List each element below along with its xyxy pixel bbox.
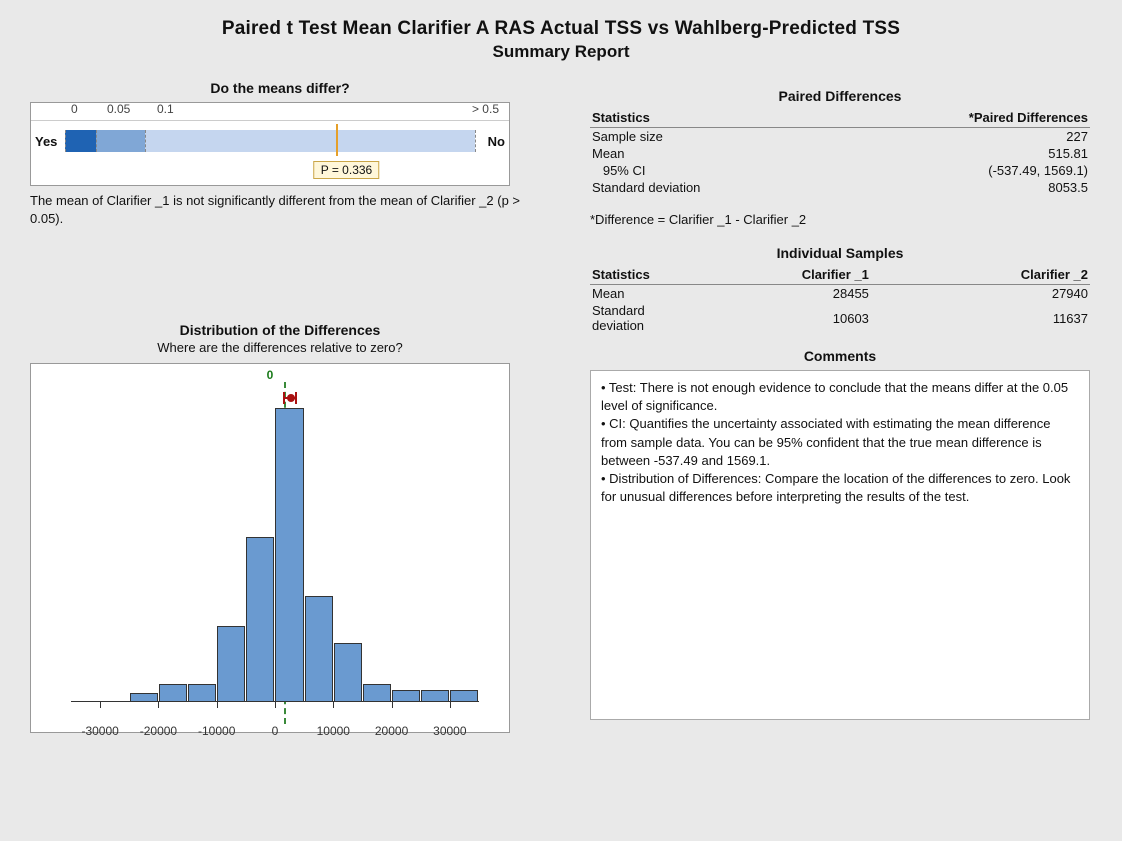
histogram: 0 -30000-20000-100000100002000030000	[30, 363, 510, 733]
paired-table: Statistics *Paired Differences Sample si…	[590, 108, 1090, 196]
zero-label: 0	[267, 368, 274, 382]
x-tick: -10000	[198, 724, 235, 738]
indiv-heading: Individual Samples	[590, 245, 1090, 261]
means-caption: The mean of Clarifier _1 is not signific…	[30, 192, 520, 227]
x-tick: 10000	[317, 724, 350, 738]
ci-marker-icon	[283, 392, 297, 404]
p-value-gauge: 0 0.05 0.1 > 0.5 Yes	[30, 102, 510, 186]
table-row: Mean515.81	[590, 145, 1090, 162]
label-no: No	[477, 134, 505, 149]
indiv-col3: Clarifier _2	[871, 265, 1090, 285]
summary-report: Paired t Test Mean Clarifier A RAS Actua…	[0, 0, 1122, 841]
comments-box: • Test: There is not enough evidence to …	[590, 370, 1090, 720]
p-value-label: P = 0.336	[314, 161, 380, 179]
hist-bar	[159, 684, 187, 702]
comment-3: • Distribution of Differences: Compare t…	[601, 470, 1079, 506]
hist-bar	[246, 537, 274, 702]
dist-heading: Distribution of the Differences	[30, 322, 530, 338]
label-yes: Yes	[35, 134, 63, 149]
gauge-track	[65, 130, 475, 152]
hist-bar	[275, 408, 303, 702]
x-tick: -20000	[140, 724, 177, 738]
table-row: Mean2845527940	[590, 285, 1090, 303]
scale-0-05: 0.05	[107, 102, 130, 116]
table-row: 95% CI(-537.49, 1569.1)	[590, 162, 1090, 179]
table-row: Standard deviation1060311637	[590, 302, 1090, 334]
x-tick: 30000	[433, 724, 466, 738]
means-heading: Do the means differ?	[30, 80, 530, 96]
comment-1: • Test: There is not enough evidence to …	[601, 379, 1079, 415]
comment-2: • CI: Quantifies the uncertainty associa…	[601, 415, 1079, 470]
x-tick: 0	[272, 724, 279, 738]
p-marker	[336, 124, 338, 156]
page-subtitle: Summary Report	[30, 42, 1092, 62]
dist-sub: Where are the differences relative to ze…	[30, 340, 530, 355]
hist-bar	[363, 684, 391, 702]
hist-bar	[217, 626, 245, 702]
scale-0-1: 0.1	[157, 102, 174, 116]
indiv-col1: Statistics	[590, 265, 652, 285]
scale-0: 0	[71, 102, 78, 116]
table-row: Standard deviation8053.5	[590, 179, 1090, 196]
scale-gt-05: > 0.5	[472, 102, 499, 116]
paired-footnote: *Difference = Clarifier _1 - Clarifier _…	[590, 212, 1090, 227]
x-tick: 20000	[375, 724, 408, 738]
paired-col2: *Paired Differences	[702, 108, 1090, 128]
paired-col1: Statistics	[590, 108, 702, 128]
comments-heading: Comments	[590, 348, 1090, 364]
hist-bar	[334, 643, 362, 702]
hist-bar	[305, 596, 333, 702]
paired-heading: Paired Differences	[590, 88, 1090, 104]
indiv-col2: Clarifier _1	[652, 265, 871, 285]
hist-bar	[188, 684, 216, 702]
indiv-table: Statistics Clarifier _1 Clarifier _2 Mea…	[590, 265, 1090, 334]
x-tick: -30000	[81, 724, 118, 738]
table-row: Sample size227	[590, 128, 1090, 146]
page-title: Paired t Test Mean Clarifier A RAS Actua…	[30, 0, 1092, 40]
